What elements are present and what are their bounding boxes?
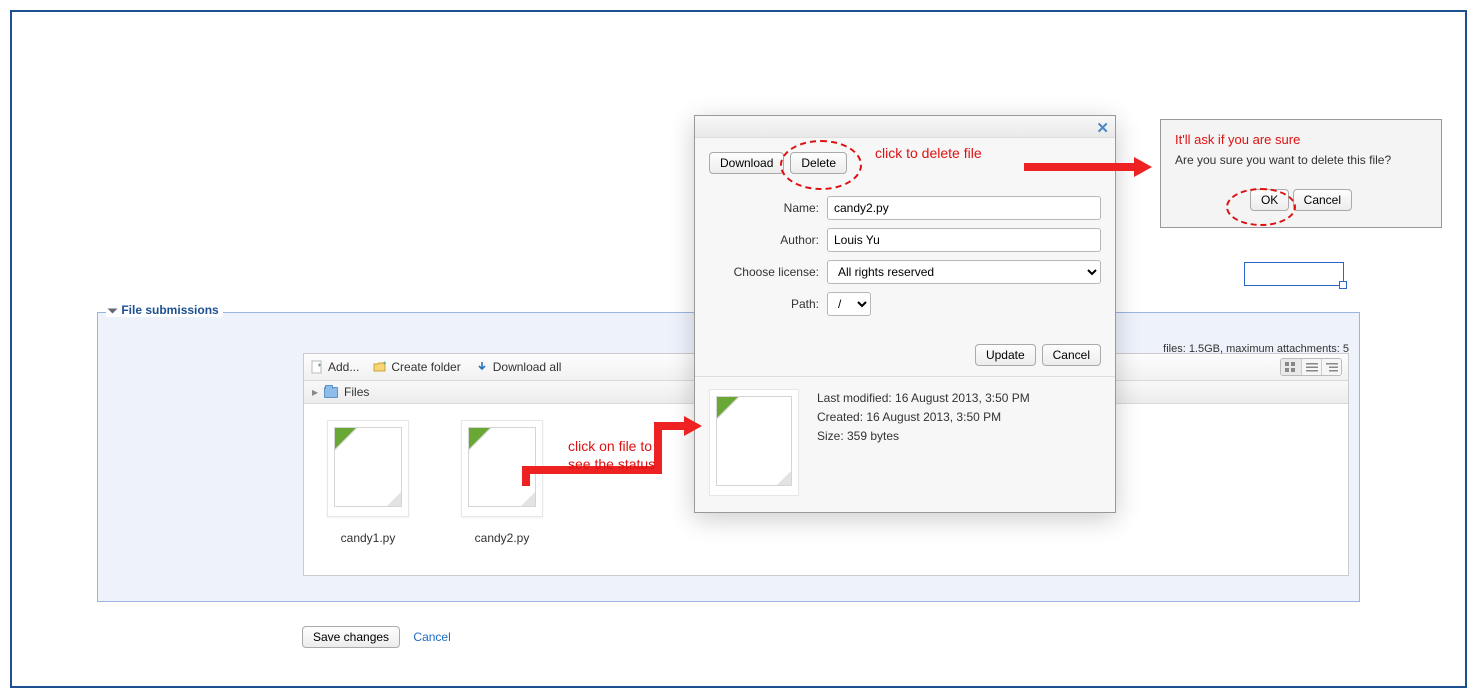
license-select[interactable]: All rights reserved bbox=[827, 260, 1101, 284]
download-all-label: Download all bbox=[493, 360, 562, 374]
name-input[interactable] bbox=[827, 196, 1101, 220]
annotation-text: click on file tosee the status bbox=[568, 437, 655, 473]
file-metadata: Last modified: 16 August 2013, 3:50 PM C… bbox=[817, 389, 1030, 447]
last-modified: Last modified: 16 August 2013, 3:50 PM bbox=[817, 389, 1030, 408]
fieldset-legend[interactable]: File submissions bbox=[106, 303, 223, 317]
create-folder-icon bbox=[373, 360, 387, 374]
view-switcher bbox=[1280, 358, 1342, 376]
download-all-button[interactable]: Download all bbox=[475, 360, 562, 374]
annotation-ellipse bbox=[1226, 188, 1296, 226]
view-grid-icon[interactable] bbox=[1281, 359, 1301, 375]
download-button[interactable]: Download bbox=[709, 152, 784, 174]
annotation-arrow bbox=[1024, 157, 1154, 177]
created: Created: 16 August 2013, 3:50 PM bbox=[817, 408, 1030, 427]
annotation-text: click to delete file bbox=[875, 145, 982, 161]
path-root[interactable]: Files bbox=[344, 385, 369, 399]
path-label: Path: bbox=[709, 297, 819, 311]
folder-icon bbox=[324, 387, 338, 398]
dialog-titlebar[interactable]: ✕ bbox=[695, 116, 1115, 138]
create-folder-label: Create folder bbox=[391, 360, 460, 374]
size-hint: files: 1.5GB, maximum attachments: 5 bbox=[1163, 343, 1349, 355]
author-input[interactable] bbox=[827, 228, 1101, 252]
update-button[interactable]: Update bbox=[975, 344, 1036, 366]
file-preview-thumb bbox=[709, 389, 799, 496]
fieldset-title: File submissions bbox=[121, 303, 218, 317]
save-changes-button[interactable]: Save changes bbox=[302, 626, 400, 648]
page-frame: File submissions files: 1.5GB, maximum a… bbox=[10, 10, 1467, 688]
form-actions: Save changes Cancel bbox=[302, 626, 451, 648]
empty-selection-box bbox=[1244, 262, 1344, 286]
confirm-cancel-button[interactable]: Cancel bbox=[1293, 189, 1352, 211]
cancel-link[interactable]: Cancel bbox=[413, 630, 450, 644]
path-select[interactable]: / bbox=[827, 292, 871, 316]
author-label: Author: bbox=[709, 233, 819, 247]
annotation-ellipse bbox=[780, 140, 862, 190]
collapse-icon[interactable] bbox=[108, 308, 118, 313]
path-arrow-icon[interactable]: ▸ bbox=[312, 385, 318, 399]
view-list-icon[interactable] bbox=[1301, 359, 1321, 375]
license-label: Choose license: bbox=[709, 265, 819, 279]
view-tree-icon[interactable] bbox=[1321, 359, 1341, 375]
file-icon bbox=[327, 420, 409, 517]
create-folder-button[interactable]: Create folder bbox=[373, 360, 460, 374]
file-name: candy2.py bbox=[452, 531, 552, 545]
file-item[interactable]: candy1.py bbox=[318, 420, 418, 545]
confirm-annotation: It'll ask if you are sure bbox=[1175, 132, 1427, 147]
add-file-label: Add... bbox=[328, 360, 359, 374]
name-label: Name: bbox=[709, 201, 819, 215]
dialog-cancel-button[interactable]: Cancel bbox=[1042, 344, 1101, 366]
file-name: candy1.py bbox=[318, 531, 418, 545]
confirm-message: Are you sure you want to delete this fil… bbox=[1175, 153, 1427, 167]
size: Size: 359 bytes bbox=[817, 427, 1030, 446]
add-file-button[interactable]: Add... bbox=[310, 360, 359, 374]
add-file-icon bbox=[310, 360, 324, 374]
confirm-dialog: It'll ask if you are sure Are you sure y… bbox=[1160, 119, 1442, 228]
close-icon[interactable]: ✕ bbox=[1096, 119, 1109, 137]
download-icon bbox=[475, 360, 489, 374]
